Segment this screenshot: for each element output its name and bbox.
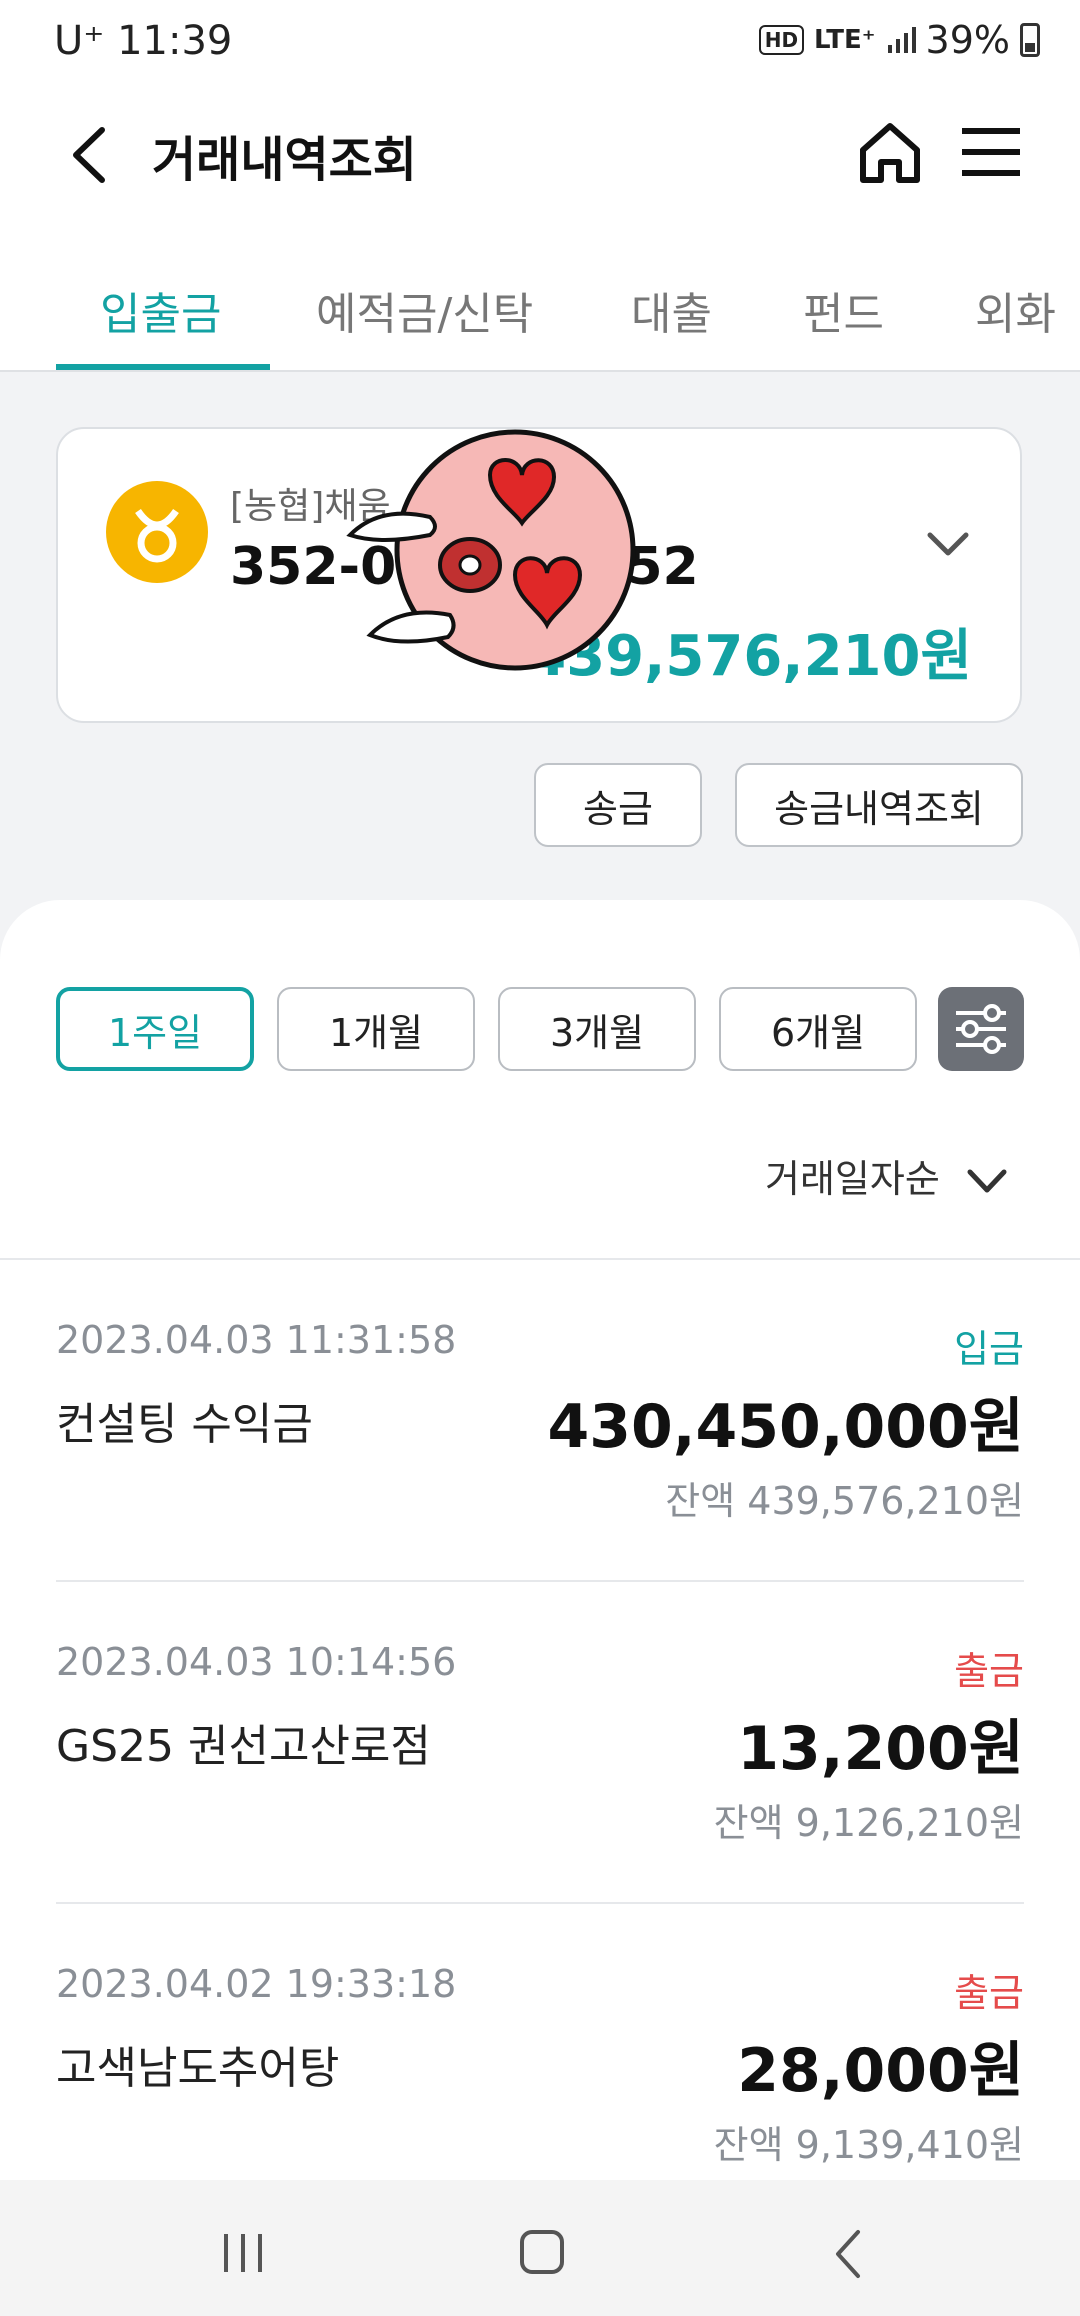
transaction-amount: 13,200원	[737, 1714, 1024, 1784]
nonghyup-logo-icon	[106, 481, 208, 583]
transaction-datetime: 2023.04.03 10:14:56	[56, 1640, 457, 1684]
transaction-balance: 잔액 439,576,210원	[665, 1479, 1024, 1523]
page-title: 거래내역조회	[152, 132, 417, 188]
transaction-balance: 잔액 9,126,210원	[713, 1801, 1024, 1845]
transaction-item[interactable]: 2023.04.03 10:14:56 출금 GS25 권선고산로점 13,20…	[56, 1582, 1024, 1904]
transfer-history-button[interactable]: 송금내역조회	[735, 763, 1023, 847]
transaction-amount: 28,000원	[737, 2036, 1024, 2106]
transaction-item[interactable]: 2023.04.02 19:33:18 출금 고색남도추어탕 28,000원 잔…	[56, 1904, 1024, 2226]
recent-apps-icon[interactable]	[218, 2232, 268, 2274]
tab-fund[interactable]: 펀드	[803, 278, 884, 342]
lte-icon: LTE⁺	[814, 25, 876, 55]
sliders-icon	[956, 1004, 1006, 1054]
battery-icon	[1020, 23, 1040, 57]
transaction-description: 컨설팅 수익금	[56, 1399, 313, 1450]
system-navigation-bar	[0, 2180, 1080, 2316]
hamburger-menu-icon[interactable]	[958, 122, 1024, 182]
filter-button[interactable]	[938, 987, 1024, 1071]
tab-savings-trust[interactable]: 예적금/신탁	[316, 278, 533, 342]
tab-foreign-currency[interactable]: 외화	[975, 278, 1056, 342]
home-icon[interactable]	[855, 118, 925, 188]
battery-percent: 39%	[925, 18, 1010, 62]
sort-order-label[interactable]: 거래일자순	[765, 1148, 940, 1203]
carrier-time: U⁺ 11:39	[54, 18, 233, 64]
transaction-balance: 잔액 9,139,410원	[713, 2123, 1024, 2167]
transaction-type: 입금	[954, 1327, 1024, 1371]
transaction-item[interactable]: 2023.04.03 11:31:58 입금 컨설팅 수익금 430,450,0…	[56, 1260, 1024, 1582]
status-icons: HD LTE⁺ 39%	[758, 18, 1040, 62]
transaction-amount: 430,450,000원	[547, 1392, 1024, 1462]
signal-icon	[887, 27, 916, 53]
top-app-bar: 거래내역조회	[0, 90, 1080, 220]
heart-eyes-sticker-icon	[346, 429, 636, 671]
active-tab-indicator	[56, 364, 270, 370]
period-1-week[interactable]: 1주일	[56, 987, 254, 1071]
transaction-type: 출금	[954, 1971, 1024, 2015]
sort-chevron-down-icon[interactable]	[962, 1162, 1012, 1202]
transaction-datetime: 2023.04.03 11:31:58	[56, 1318, 457, 1362]
tab-loan[interactable]: 대출	[631, 278, 712, 342]
period-1-month[interactable]: 1개월	[277, 987, 475, 1071]
system-back-icon[interactable]	[828, 2228, 868, 2280]
status-bar: U⁺ 11:39 HD LTE⁺ 39%	[0, 0, 1080, 90]
period-6-months[interactable]: 6개월	[719, 987, 917, 1071]
back-arrow-icon[interactable]	[60, 120, 120, 190]
tab-deposit-withdrawal[interactable]: 입출금	[100, 278, 221, 342]
transfer-button[interactable]: 송금	[534, 763, 702, 847]
transaction-datetime: 2023.04.02 19:33:18	[56, 1962, 457, 2006]
home-button-icon[interactable]	[520, 2230, 564, 2274]
category-tabs: 입출금 예적금/신탁 대출 펀드 외화	[0, 220, 1080, 372]
chevron-down-icon[interactable]	[918, 519, 978, 569]
transaction-description: 고색남도추어탕	[56, 2043, 340, 2094]
transaction-description: GS25 권선고산로점	[56, 1721, 431, 1772]
period-3-months[interactable]: 3개월	[498, 987, 696, 1071]
transaction-type: 출금	[954, 1649, 1024, 1693]
hd-voice-icon: HD	[758, 25, 805, 55]
